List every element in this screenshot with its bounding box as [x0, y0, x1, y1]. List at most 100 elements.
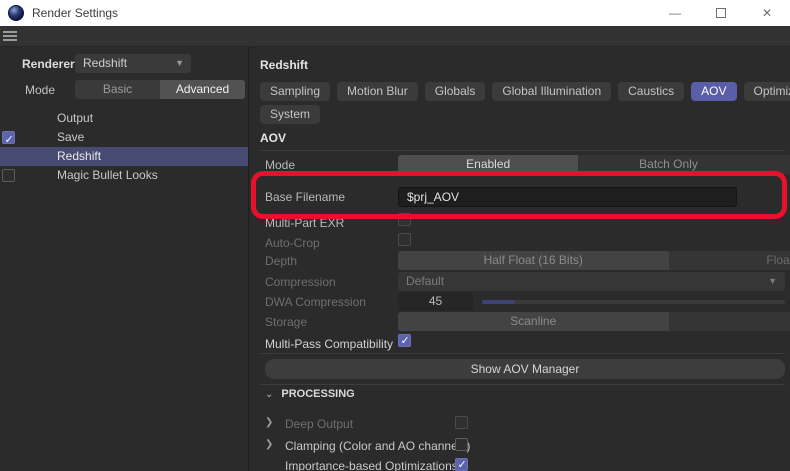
tab-global-illumination[interactable]: Global Illumination [492, 82, 611, 101]
separator [260, 150, 785, 151]
tab-bar-row2: System [260, 105, 320, 124]
mode-advanced-button[interactable]: Advanced [160, 80, 245, 99]
auto-crop-control [398, 233, 785, 252]
storage-label: Storage [265, 315, 307, 329]
tree-item-magic-bullet-looks[interactable]: Magic Bullet Looks [0, 166, 248, 185]
tree-item-redshift[interactable]: Redshift [0, 147, 248, 166]
chevron-down-icon: ▼ [768, 272, 777, 291]
tree-item-label: Output [57, 109, 93, 128]
aov-mode-segmented: Enabled Batch Only Disabled [398, 155, 790, 174]
tree-item-label: Save [57, 128, 84, 147]
depth-float-button[interactable]: Float (32 Bits) [669, 251, 790, 270]
renderer-label: Renderer [22, 57, 75, 71]
show-aov-manager-button[interactable]: Show AOV Manager [265, 359, 785, 379]
clamping-checkbox[interactable] [455, 438, 468, 451]
auto-crop-row: Auto-Crop [249, 233, 790, 252]
sidebar: Renderer Redshift ▼ Mode Basic Advanced … [0, 47, 248, 471]
aov-mode-label: Mode [265, 158, 295, 172]
renderer-dropdown[interactable]: Redshift ▼ [75, 54, 191, 73]
auto-crop-label: Auto-Crop [265, 236, 320, 250]
compression-row: Compression Default ▼ [249, 272, 790, 291]
slider-fill [482, 300, 515, 304]
tab-sampling[interactable]: Sampling [260, 82, 330, 101]
multi-pass-compatibility-control [398, 334, 785, 353]
section-title-aov: AOV [260, 131, 286, 145]
tab-globals[interactable]: Globals [425, 82, 486, 101]
dwa-compression-slider[interactable] [482, 300, 785, 304]
storage-segmented: Scanline Tiled [398, 312, 790, 331]
importance-optimizations-checkbox[interactable] [455, 458, 468, 471]
clamping-label: Clamping (Color and AO channels) [285, 439, 470, 453]
aov-mode-row: Mode Enabled Batch Only Disabled [249, 155, 790, 174]
chevron-right-icon[interactable]: ❯ [265, 417, 273, 428]
tab-optimizations[interactable]: Optimizations [744, 82, 790, 101]
storage-tiled-button[interactable]: Tiled [669, 312, 790, 331]
menu-strip [0, 26, 790, 47]
mode-disabled-button[interactable]: Disabled [759, 155, 790, 174]
mode-enabled-button[interactable]: Enabled [398, 155, 578, 174]
multi-pass-compatibility-label: Multi-Pass Compatibility [265, 337, 393, 351]
chevron-right-icon[interactable]: ❯ [265, 439, 273, 450]
tab-bar: Sampling Motion Blur Globals Global Illu… [260, 82, 790, 101]
storage-scanline-button[interactable]: Scanline [398, 312, 669, 331]
renderer-row: Renderer Redshift ▼ [0, 54, 248, 73]
compression-control: Default ▼ [398, 272, 785, 291]
multi-part-exr-row: Multi-Part EXR [249, 213, 790, 232]
mode-toggle: Basic Advanced [75, 80, 245, 99]
separator [260, 353, 785, 354]
importance-optimizations-row: Importance-based Optimizations [249, 456, 790, 471]
tree-item-save[interactable]: Save [0, 128, 248, 147]
main-panel: Redshift Sampling Motion Blur Globals Gl… [249, 47, 790, 471]
processing-title: ⌄PROCESSING [265, 388, 355, 400]
deep-output-row: ❯ Deep Output [249, 414, 790, 433]
mode-batch-only-button[interactable]: Batch Only [578, 155, 758, 174]
base-filename-row: Base Filename ▼ [249, 187, 790, 206]
window-title: Render Settings [32, 6, 118, 20]
multi-pass-compatibility-checkbox[interactable] [398, 334, 411, 347]
mode-basic-button[interactable]: Basic [75, 80, 160, 99]
tab-system[interactable]: System [260, 105, 320, 124]
maximize-button[interactable] [698, 0, 744, 26]
chevron-down-icon: ▼ [175, 54, 184, 73]
separator [260, 384, 785, 385]
hamburger-menu-icon[interactable] [3, 31, 17, 42]
clamping-row: ❯ Clamping (Color and AO channels) [249, 436, 790, 455]
tree-item-label: Redshift [57, 147, 101, 166]
depth-label: Depth [265, 254, 297, 268]
base-filename-input[interactable] [398, 187, 737, 207]
tab-motion-blur[interactable]: Motion Blur [337, 82, 418, 101]
settings-tree: Output Save Redshift Magic Bullet Looks [0, 109, 248, 185]
compression-label: Compression [265, 275, 336, 289]
base-filename-label: Base Filename [265, 190, 345, 204]
minimize-button[interactable]: — [652, 0, 698, 26]
settings-body: Renderer Redshift ▼ Mode Basic Advanced … [0, 47, 790, 471]
save-checkbox[interactable] [2, 131, 15, 144]
chevron-down-icon: ⌄ [265, 389, 273, 400]
processing-section-header[interactable]: ⌄PROCESSING [249, 388, 790, 407]
tree-item-label: Magic Bullet Looks [57, 166, 158, 185]
dwa-compression-value-field[interactable]: 45 [398, 292, 473, 311]
compression-dropdown[interactable]: Default ▼ [398, 272, 785, 291]
multi-part-exr-checkbox[interactable] [398, 213, 411, 226]
depth-segmented: Half Float (16 Bits) Float (32 Bits) [398, 251, 790, 270]
importance-optimizations-label: Importance-based Optimizations [285, 459, 458, 471]
mode-label: Mode [25, 83, 55, 97]
tab-aov[interactable]: AOV [691, 82, 736, 101]
maximize-icon [716, 8, 726, 18]
tab-caustics[interactable]: Caustics [618, 82, 684, 101]
depth-half-float-button[interactable]: Half Float (16 Bits) [398, 251, 669, 270]
window-controls: — ✕ [652, 0, 790, 26]
sidebar-mode-row: Mode Basic Advanced [0, 80, 248, 99]
close-button[interactable]: ✕ [744, 0, 790, 26]
deep-output-checkbox[interactable] [455, 416, 468, 429]
multi-part-exr-control [398, 213, 785, 232]
auto-crop-checkbox[interactable] [398, 233, 411, 246]
depth-row: Depth Half Float (16 Bits) Float (32 Bit… [249, 251, 790, 270]
tree-item-output[interactable]: Output [0, 109, 248, 128]
magic-bullet-looks-checkbox[interactable] [2, 169, 15, 182]
dwa-compression-row: DWA Compression 45 [249, 292, 790, 311]
deep-output-label: Deep Output [285, 417, 353, 431]
multi-pass-compatibility-row: Multi-Pass Compatibility [249, 334, 790, 353]
render-settings-window: Render Settings — ✕ Renderer Redshift ▼ … [0, 0, 790, 471]
compression-value: Default [406, 274, 444, 288]
